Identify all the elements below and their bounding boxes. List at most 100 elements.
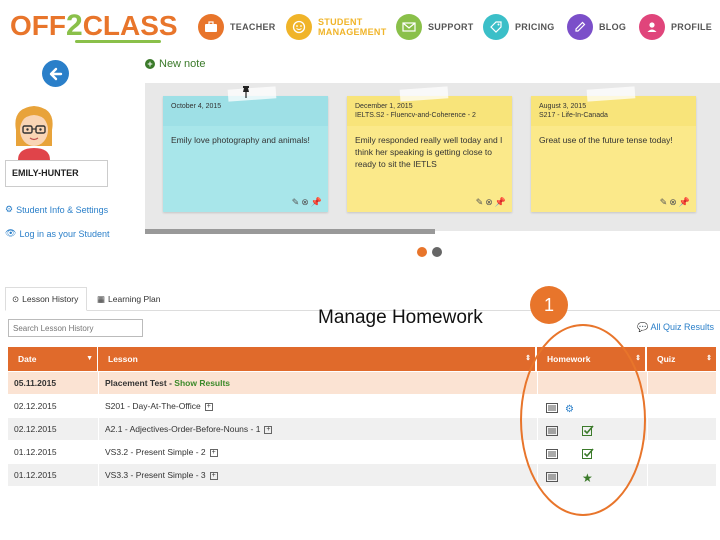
eye-icon: 👁 [5, 228, 17, 238]
note-card[interactable]: December 1, 2015 IELTS.S2 - Fluencv-and-… [347, 96, 512, 212]
column-lesson-label: Lesson [108, 354, 138, 364]
search-lesson-history-input[interactable] [8, 319, 143, 337]
note-date: October 4, 2015 [171, 103, 222, 110]
user-icon [639, 14, 665, 40]
nav-pricing-label: PRICING [515, 22, 555, 32]
student-info-settings-link[interactable]: ⚙ Student Info & Settings [5, 204, 108, 215]
row-quiz [647, 441, 716, 463]
expand-icon[interactable]: + [264, 425, 273, 434]
row-lesson-text: VS3.3 - Present Simple - 3 [105, 470, 206, 480]
student-avatar [8, 100, 60, 160]
expand-icon[interactable]: + [204, 402, 213, 411]
logo-text-off: OFF [10, 10, 66, 41]
sort-down-icon: ▼ [86, 355, 93, 362]
note-tools: ✎ ⊗ 📌 [292, 197, 322, 208]
new-note-label: New note [159, 58, 206, 70]
tab-learning-plan-label: Learning Plan [108, 294, 161, 304]
pin-icon[interactable]: 📌 [679, 197, 690, 208]
row-date: 01.12.2015 [14, 447, 57, 457]
logo-text-class: CLASS [82, 10, 178, 41]
column-quiz[interactable]: Quiz ⇕ [647, 347, 716, 371]
calendar-icon: ▦ [97, 293, 106, 304]
row-date: 02.12.2015 [14, 401, 57, 411]
all-quiz-results-label: All Quiz Results [650, 322, 714, 332]
row-date: 05.11.2015 [14, 378, 57, 388]
note-body: Great use of the future tense today! [539, 135, 673, 145]
nav-student-management-label: STUDENT MANAGEMENT [318, 17, 387, 37]
top-header: OFF2CLASS TEACHER STUDENT MANAGEMENT SUP… [0, 0, 720, 54]
row-lesson: A2.1 - Adjectives-Order-Before-Nouns - 1… [98, 418, 535, 440]
edit-icon[interactable]: ✎ [476, 197, 484, 208]
pin-icon[interactable]: 📌 [311, 197, 322, 208]
column-date[interactable]: Date ▼ [8, 347, 97, 371]
nav-student-line1: STUDENT [318, 17, 363, 27]
logo-underline [75, 40, 161, 43]
manage-homework-annotation: Manage Homework [318, 307, 483, 328]
note-body: Emily love photography and animals! [171, 135, 310, 145]
nav-support[interactable]: SUPPORT [396, 13, 474, 41]
carousel-dot[interactable] [432, 247, 442, 257]
delete-icon[interactable]: ⊗ [301, 197, 309, 208]
note-card[interactable]: August 3, 2015 S217 - Life-In-Canada Gre… [531, 96, 696, 212]
note-tools: ✎ ⊗ 📌 [476, 197, 506, 208]
student-info-settings-label: Student Info & Settings [16, 204, 109, 215]
login-as-student-link[interactable]: 👁 Log in as your Student [5, 228, 110, 239]
row-lesson-text: VS3.2 - Present Simple - 2 [105, 447, 206, 457]
tag-icon [483, 14, 509, 40]
row-lesson-text: S201 - Day-At-The-Office [105, 401, 201, 411]
row-lesson: VS3.2 - Present Simple - 2 + [98, 441, 535, 463]
notes-scrollbar[interactable] [145, 229, 435, 234]
nav-student-management[interactable]: STUDENT MANAGEMENT [286, 13, 387, 41]
new-note-button[interactable]: + New note [145, 58, 205, 70]
back-arrow-button[interactable] [42, 60, 69, 87]
edit-icon[interactable]: ✎ [292, 197, 300, 208]
note-lesson: S217 - Life-In-Canada [539, 112, 608, 119]
row-lesson-text: Placement Test - [105, 378, 175, 388]
homework-highlight-oval [520, 324, 646, 516]
column-quiz-label: Quiz [657, 354, 676, 364]
sort-icon: ⇕ [706, 355, 712, 362]
login-as-student-label: Log in as your Student [19, 228, 110, 239]
logo-text-two: 2 [66, 9, 83, 42]
column-lesson[interactable]: Lesson ⇕ [98, 347, 535, 371]
show-results-link[interactable]: Show Results [174, 378, 230, 388]
nav-pricing[interactable]: PRICING [483, 13, 555, 41]
nav-blog[interactable]: BLOG [567, 13, 626, 41]
expand-icon[interactable]: + [209, 471, 218, 480]
tab-learning-plan[interactable]: ▦ Learning Plan [91, 287, 171, 311]
row-lesson-text: A2.1 - Adjectives-Order-Before-Nouns - 1 [105, 424, 261, 434]
expand-icon[interactable]: + [209, 448, 218, 457]
note-lesson: IELTS.S2 - Fluencv-and-Coherence - 2 [355, 112, 476, 119]
face-icon [286, 14, 312, 40]
nav-teacher-label: TEACHER [230, 22, 276, 32]
note-tools: ✎ ⊗ 📌 [660, 197, 690, 208]
student-name-box: EMILY-HUNTER [5, 160, 108, 187]
nav-blog-label: BLOG [599, 22, 627, 32]
row-date: 01.12.2015 [14, 470, 57, 480]
envelope-icon [396, 14, 422, 40]
row-quiz [647, 418, 716, 440]
nav-profile[interactable]: PROFILE [639, 13, 712, 41]
edit-icon[interactable]: ✎ [660, 197, 668, 208]
note-header: December 1, 2015 IELTS.S2 - Fluencv-and-… [347, 96, 512, 126]
note-body: Emily responded really well today and I … [355, 135, 503, 169]
carousel-dot-active[interactable] [417, 247, 427, 257]
row-date: 02.12.2015 [14, 424, 57, 434]
note-card[interactable]: October 4, 2015 Emily love photography a… [163, 96, 328, 212]
all-quiz-results-link[interactable]: 💬 All Quiz Results [637, 322, 714, 333]
delete-icon[interactable]: ⊗ [485, 197, 493, 208]
gear-icon: ⚙ [5, 204, 14, 214]
off2class-logo[interactable]: OFF2CLASS [10, 9, 178, 43]
chat-bubble-icon: 💬 [637, 322, 649, 332]
tab-lesson-history[interactable]: ⊙ Lesson History [5, 287, 87, 311]
row-lesson: Placement Test - Show Results [98, 372, 535, 394]
pin-icon[interactable]: 📌 [495, 197, 506, 208]
step-number-badge: 1 [530, 286, 568, 324]
delete-icon[interactable]: ⊗ [669, 197, 677, 208]
plus-circle-icon: + [145, 59, 155, 69]
row-quiz [647, 395, 716, 417]
row-quiz [647, 464, 716, 486]
nav-teacher[interactable]: TEACHER [198, 13, 276, 41]
note-date: December 1, 2015 [355, 103, 413, 110]
note-date: August 3, 2015 [539, 103, 587, 110]
